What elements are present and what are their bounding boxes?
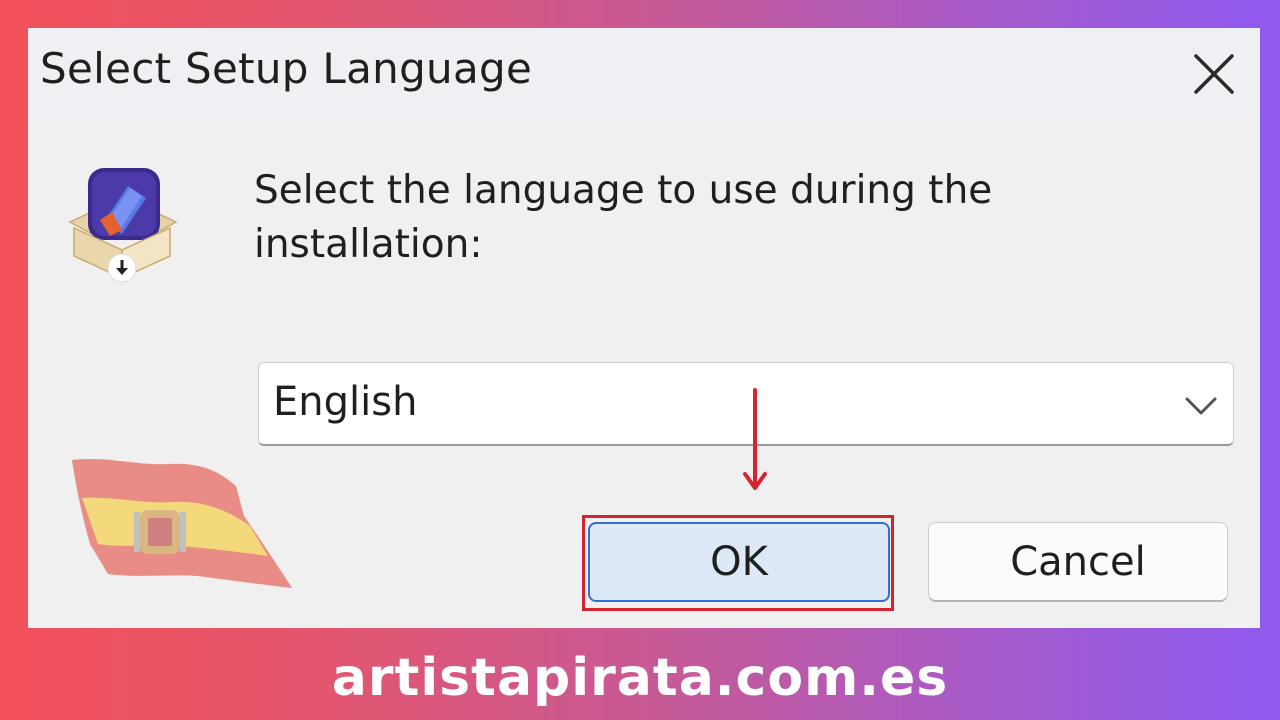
ok-button[interactable]: OK	[588, 522, 890, 602]
chevron-down-icon[interactable]	[1181, 387, 1221, 423]
title-bar[interactable]: Select Setup Language	[28, 28, 1260, 124]
red-arrow-down-icon	[740, 388, 770, 500]
cancel-button[interactable]: Cancel	[928, 522, 1228, 602]
close-icon	[1194, 54, 1234, 94]
close-button[interactable]	[1182, 42, 1246, 106]
language-prompt: Select the language to use during the in…	[254, 168, 993, 267]
spain-flag	[68, 456, 298, 606]
window-title: Select Setup Language	[40, 44, 533, 93]
watermark-text: artistapirata.com.es	[331, 648, 949, 708]
installer-box-icon	[64, 164, 182, 284]
setup-language-dialog: Select Setup Language Select the languag…	[28, 28, 1260, 628]
language-selected-value: English	[273, 379, 418, 425]
